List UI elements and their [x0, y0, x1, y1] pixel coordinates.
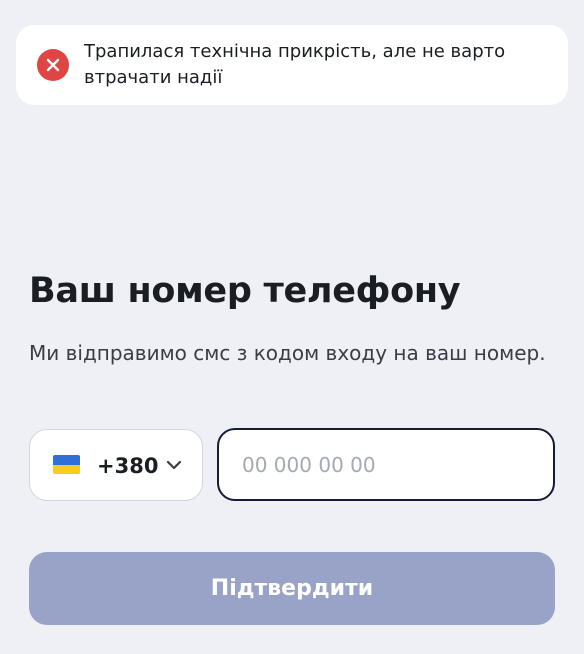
page-title: Ваш номер телефону — [29, 271, 461, 311]
country-code-select[interactable]: +380 — [29, 429, 203, 501]
page-subtitle: Ми відправимо смс з кодом входу на ваш н… — [29, 341, 546, 365]
confirm-button[interactable]: Підтвердити — [29, 552, 555, 625]
country-code-value: +380 — [97, 454, 159, 478]
phone-number-input[interactable] — [217, 428, 555, 501]
chevron-down-icon — [165, 458, 183, 472]
error-message: Трапилася технічна прикрість, але не вар… — [84, 41, 506, 88]
ukraine-flag-icon — [53, 455, 80, 474]
error-toast: Трапилася технічна прикрість, але не вар… — [16, 25, 568, 105]
error-icon — [37, 49, 69, 81]
